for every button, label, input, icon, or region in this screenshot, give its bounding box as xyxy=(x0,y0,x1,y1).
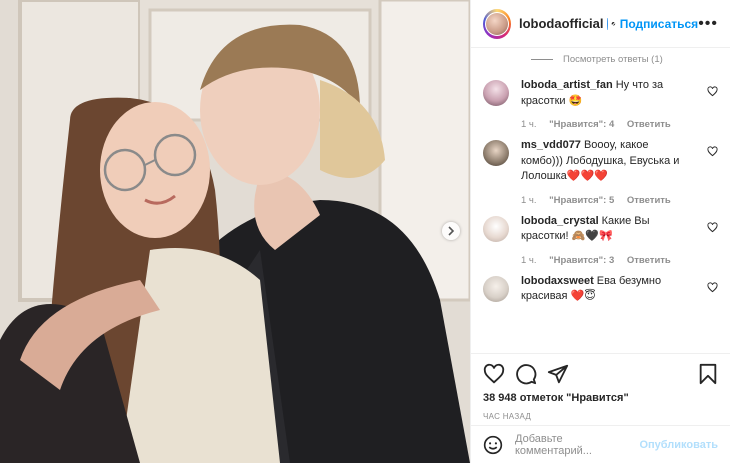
comment-meta: 1 ч. "Нравится": 5 Ответить xyxy=(521,195,693,206)
reply-button[interactable]: Ответить xyxy=(627,195,671,206)
more-options-icon[interactable]: ••• xyxy=(698,15,718,33)
comment: lobodaxsweet Ева безумно красивая ❤️😇 xyxy=(483,274,718,305)
comment-meta: 1 ч. "Нравится": 3 Ответить xyxy=(521,255,693,266)
comment-heart-icon[interactable] xyxy=(707,146,718,157)
likes-count[interactable]: 38 948 отметок "Нравится" xyxy=(483,392,718,404)
comment-text: lobodaxsweet Ева безумно красивая ❤️😇 xyxy=(521,274,693,305)
comment: loboda_artist_fan Ну что за красотки 🤩 1 … xyxy=(483,78,718,130)
comment-heart-icon[interactable] xyxy=(707,221,718,233)
comment-icon[interactable] xyxy=(515,363,537,385)
instagram-post: lobodaofficial • Подписаться ••• Посмотр… xyxy=(0,0,730,463)
reply-button[interactable]: Ответить xyxy=(627,255,671,266)
comment-time[interactable]: 1 ч. xyxy=(521,255,537,266)
comment-avatar[interactable] xyxy=(483,80,509,106)
next-photo-button[interactable] xyxy=(442,222,460,240)
comment-avatar[interactable] xyxy=(483,275,509,302)
action-icons xyxy=(483,360,718,388)
post-timestamp: ЧАС НАЗАД xyxy=(483,412,532,421)
comment-heart-icon[interactable] xyxy=(707,86,718,97)
chevron-right-icon xyxy=(448,226,455,236)
comment-text: loboda_artist_fan Ну что за красотки 🤩 xyxy=(521,78,693,109)
view-replies-link[interactable]: Посмотреть ответы (1) xyxy=(531,48,718,70)
comment-likes[interactable]: "Нравится": 4 xyxy=(549,119,614,130)
replies-divider xyxy=(531,58,553,60)
avatar[interactable] xyxy=(483,8,511,39)
comment-text: ms_vdd077 Вооoу, какое комбо))) Лободушка… xyxy=(521,138,693,185)
add-comment-bar: Добавьте комментарий... Опубликовать xyxy=(471,425,730,463)
share-icon[interactable] xyxy=(547,363,569,385)
comment-username[interactable]: loboda_artist_fan xyxy=(521,79,613,91)
follow-button[interactable]: Подписаться xyxy=(620,17,698,31)
heart-icon[interactable] xyxy=(483,363,505,385)
comment: ms_vdd077 Вооoу, какое комбо))) Лободушка… xyxy=(483,138,718,206)
comment-text: loboda_crystal Какие Вы красотки! 🙈🖤🎀 xyxy=(521,214,693,245)
post-sidebar: lobodaofficial • Подписаться ••• Посмотр… xyxy=(470,0,730,463)
comment-time[interactable]: 1 ч. xyxy=(521,119,537,130)
comment-avatar[interactable] xyxy=(483,140,509,166)
comment-username[interactable]: loboda_crystal xyxy=(521,215,599,227)
author-username[interactable]: lobodaofficial xyxy=(519,16,604,31)
comment-likes[interactable]: "Нравится": 5 xyxy=(549,195,614,206)
post-photo[interactable] xyxy=(0,0,470,463)
comment-username[interactable]: ms_vdd077 xyxy=(521,139,581,151)
comment-likes[interactable]: "Нравится": 3 xyxy=(549,255,614,266)
comment-username[interactable]: lobodaxsweet xyxy=(521,275,594,287)
photo-illustration xyxy=(0,0,470,463)
verified-badge-icon xyxy=(606,17,608,30)
view-replies-label: Посмотреть ответы (1) xyxy=(563,53,663,65)
smile-icon[interactable] xyxy=(483,435,503,455)
comment: loboda_crystal Какие Вы красотки! 🙈🖤🎀 1 ч… xyxy=(483,214,718,266)
comment-avatar[interactable] xyxy=(483,215,509,242)
comment-heart-icon[interactable] xyxy=(707,281,718,293)
reply-button[interactable]: Ответить xyxy=(627,119,671,130)
comment-time[interactable]: 1 ч. xyxy=(521,195,537,206)
bookmark-icon[interactable] xyxy=(698,363,718,385)
post-header: lobodaofficial • Подписаться ••• xyxy=(471,0,730,48)
comment-input[interactable]: Добавьте комментарий... xyxy=(515,433,639,457)
comments-list: Посмотреть ответы (1) loboda_artist_fan Н… xyxy=(471,48,730,353)
post-actions: 38 948 отметок "Нравится" ЧАС НАЗАД xyxy=(471,353,730,425)
publish-button[interactable]: Опубликовать xyxy=(639,439,718,451)
comment-meta: 1 ч. "Нравится": 4 Ответить xyxy=(521,119,693,130)
